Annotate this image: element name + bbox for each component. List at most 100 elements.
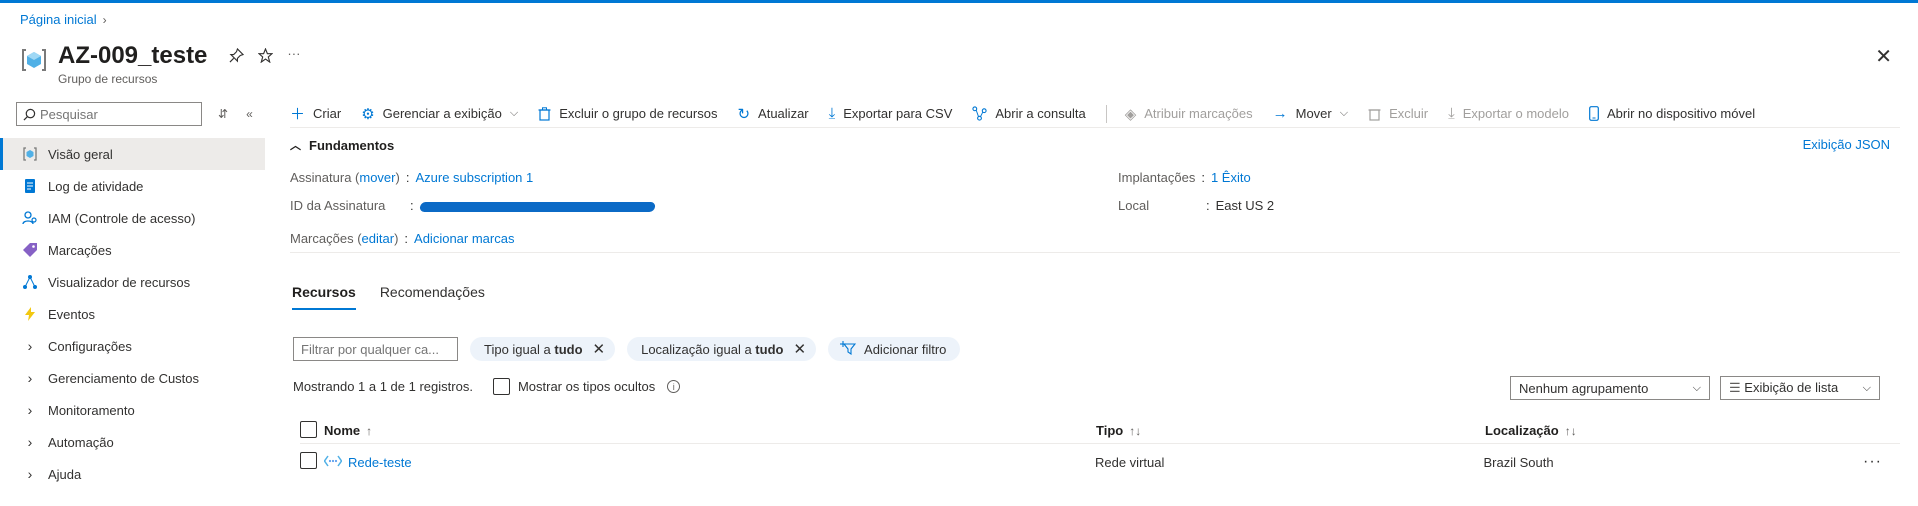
sidebar: ⇵ « Visão geral Log de atividade IAM (Co…	[0, 100, 265, 490]
refresh-icon: ↻	[737, 105, 751, 123]
sidebar-item-overview[interactable]: Visão geral	[0, 138, 265, 170]
remove-filter-icon[interactable]: ✕	[793, 340, 806, 358]
select-all-checkbox[interactable]	[300, 420, 317, 438]
subscription-link[interactable]: Azure subscription 1	[415, 170, 533, 185]
sort-icon[interactable]: ↑	[366, 424, 372, 438]
row-more-options-icon[interactable]: ···	[1863, 453, 1882, 471]
sidebar-item-events[interactable]: Eventos	[0, 298, 265, 330]
chevron-right-icon: ›	[102, 12, 107, 27]
move-subscription-link[interactable]: mover	[359, 170, 395, 185]
essentials-toggle[interactable]: ︿ Fundamentos	[290, 137, 394, 153]
breadcrumb-home-link[interactable]: Página inicial	[20, 12, 97, 27]
chevron-right-icon: ›	[27, 370, 33, 386]
chevron-right-icon: ›	[27, 402, 33, 418]
sidebar-search-box[interactable]	[16, 102, 202, 126]
lightning-icon	[22, 306, 38, 322]
breadcrumb: Página inicial ›	[20, 12, 107, 27]
deployments-link[interactable]: 1 Êxito	[1211, 170, 1251, 185]
download-icon: ⤓	[1448, 105, 1455, 122]
collapse-sidebar-icon[interactable]: «	[246, 107, 253, 121]
table-header: Nome ↑ Tipo ↑↓ Localização ↑↓	[300, 418, 1900, 444]
chevron-right-icon: ›	[27, 338, 33, 354]
page-subtitle: Grupo de recursos	[58, 72, 158, 86]
chevron-down-icon: ⌵	[509, 107, 519, 119]
export-template-button[interactable]: ⤓ Exportar o modelo	[1448, 105, 1569, 122]
mobile-device-icon	[1589, 106, 1599, 121]
search-icon	[23, 108, 36, 120]
export-csv-button[interactable]: ⤓ Exportar para CSV	[829, 105, 953, 122]
page-title: AZ-009_teste	[58, 42, 208, 69]
pin-icon[interactable]	[229, 47, 245, 67]
essentials-deployments-row: Implantações : 1 Êxito	[1118, 170, 1251, 185]
content-tabs: Recursos Recomendações	[292, 284, 485, 310]
redacted-subscription-id	[418, 202, 656, 212]
delete-resource-group-button[interactable]: Excluir o grupo de recursos	[538, 106, 717, 121]
sort-icon[interactable]: ↑↓	[1565, 424, 1577, 438]
command-bar: ＋ Criar ⚙ Gerenciar a exibição ⌵ Excluir…	[290, 100, 1900, 128]
open-mobile-button[interactable]: Abrir no dispositivo móvel	[1589, 106, 1755, 121]
open-query-button[interactable]: Abrir a consulta	[972, 106, 1086, 121]
essentials-subscription-row: Assinatura (mover) : Azure subscription …	[290, 170, 534, 185]
add-filter-button[interactable]: Adicionar filtro	[828, 337, 961, 361]
column-header-name[interactable]: Nome	[324, 423, 360, 438]
location-filter-pill[interactable]: Localização igual a tudo ✕	[627, 337, 817, 361]
sidebar-item-activity-log[interactable]: Log de atividade	[0, 170, 265, 202]
filter-input[interactable]	[293, 337, 458, 361]
sidebar-item-label: Configurações	[48, 338, 132, 354]
tab-resources[interactable]: Recursos	[292, 284, 356, 310]
expand-collapse-icon[interactable]: ⇵	[218, 107, 228, 121]
tab-recommendations[interactable]: Recomendações	[380, 284, 485, 310]
remove-filter-icon[interactable]: ✕	[593, 340, 606, 358]
view-mode-dropdown[interactable]: ☰ Exibição de lista ⌵	[1720, 376, 1880, 400]
essentials-subscription-id-row: ID da Assinatura :	[290, 198, 656, 213]
sidebar-item-label: Visualizador de recursos	[48, 274, 191, 290]
essentials-tags-row: Marcações (editar) : Adicionar marcas	[290, 231, 515, 246]
download-icon: ⤓	[828, 105, 836, 122]
sidebar-item-label: Automação	[48, 434, 114, 450]
sidebar-item-cost-management[interactable]: › Gerenciamento de Custos	[0, 362, 265, 394]
page-header: AZ-009_teste Grupo de recursos ···	[20, 42, 300, 86]
resource-type: Rede virtual	[1094, 454, 1165, 470]
resource-name-link[interactable]: Rede-teste	[348, 455, 412, 470]
assign-tags-button[interactable]: ◈ Atribuir marcações	[1125, 105, 1253, 123]
toolbar-divider	[1105, 104, 1107, 123]
grouping-dropdown[interactable]: Nenhum agrupamento ⌵	[1510, 376, 1710, 400]
sort-icon[interactable]: ↑↓	[1129, 424, 1141, 438]
create-button[interactable]: ＋ Criar	[290, 103, 341, 124]
sidebar-search-input[interactable]	[40, 106, 200, 122]
records-count: Mostrando 1 a 1 de 1 registros.	[293, 379, 473, 394]
type-filter-pill[interactable]: Tipo igual a tudo ✕	[470, 337, 616, 361]
tag-icon	[22, 242, 38, 258]
chevron-down-icon: ⌵	[1862, 381, 1871, 394]
records-bar: Mostrando 1 a 1 de 1 registros. Mostrar …	[293, 378, 681, 395]
sidebar-item-monitoring[interactable]: › Monitoramento	[0, 394, 265, 426]
resource-group-icon	[22, 146, 38, 162]
resource-location: Brazil South	[1483, 454, 1554, 470]
sidebar-item-resource-visualizer[interactable]: Visualizador de recursos	[0, 266, 265, 298]
add-tags-link[interactable]: Adicionar marcas	[414, 231, 514, 246]
more-options-icon[interactable]: ···	[287, 46, 300, 67]
filter-bar: Tipo igual a tudo ✕ Localização igual a …	[293, 337, 961, 361]
close-icon[interactable]: ✕	[1875, 44, 1892, 69]
refresh-button[interactable]: ↻ Atualizar	[737, 105, 808, 123]
info-icon[interactable]: i	[667, 380, 681, 393]
show-hidden-types-checkbox[interactable]	[492, 378, 510, 395]
sidebar-item-label: Eventos	[48, 306, 95, 322]
row-checkbox[interactable]	[300, 452, 317, 469]
column-header-type[interactable]: Tipo	[1096, 423, 1123, 438]
json-view-link[interactable]: Exibição JSON	[1803, 137, 1890, 152]
sidebar-item-label: Ajuda	[48, 466, 82, 482]
sidebar-item-help[interactable]: › Ajuda	[0, 458, 265, 490]
sidebar-item-label: Monitoramento	[48, 402, 135, 418]
sidebar-item-settings[interactable]: › Configurações	[0, 330, 265, 362]
manage-view-button[interactable]: ⚙ Gerenciar a exibição ⌵	[361, 105, 518, 123]
add-filter-icon	[840, 340, 857, 358]
move-button[interactable]: → Mover ⌵	[1273, 105, 1348, 122]
edit-tags-link[interactable]: editar	[362, 231, 395, 246]
delete-button[interactable]: Excluir	[1368, 106, 1428, 121]
sidebar-item-tags[interactable]: Marcações	[0, 234, 265, 266]
sidebar-item-iam[interactable]: IAM (Controle de acesso)	[0, 202, 265, 234]
star-icon[interactable]	[257, 47, 274, 67]
column-header-location[interactable]: Localização	[1485, 423, 1559, 438]
sidebar-item-automation[interactable]: › Automação	[0, 426, 265, 458]
